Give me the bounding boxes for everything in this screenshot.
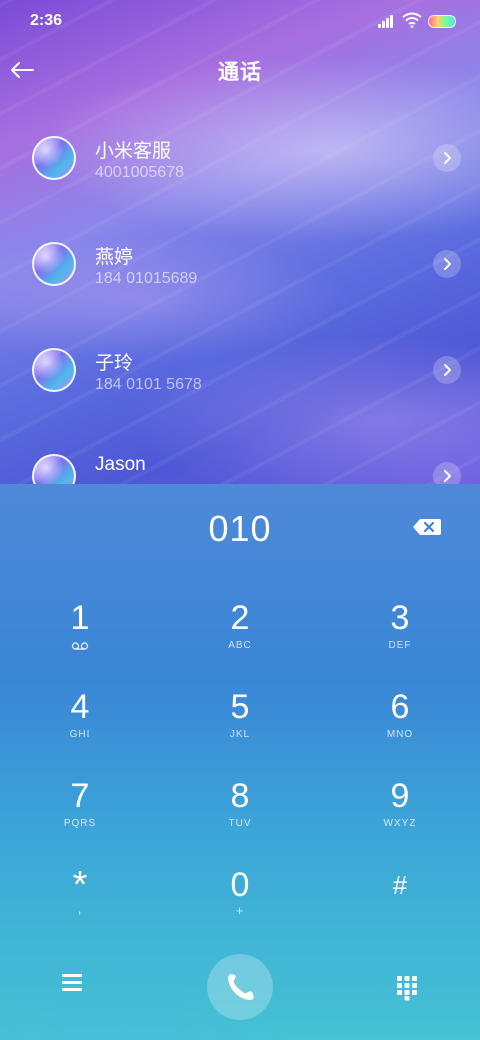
dial-key-letters: GHI (69, 729, 91, 740)
contact-number: 184 0101 5678 (95, 376, 202, 393)
contact-name: 燕婷 (95, 247, 134, 268)
dialed-number: 010 (208, 508, 272, 549)
contact-item[interactable]: 小米客服 4001005678 (0, 104, 480, 210)
status-bar: 2:36 (0, 0, 480, 40)
chevron-right-icon[interactable] (433, 144, 461, 172)
avatar (32, 242, 76, 286)
dial-key-letters: , (77, 901, 83, 916)
dial-key-letters: JKL (229, 729, 251, 740)
dial-key-digit: 5 (230, 688, 250, 726)
dial-key-6[interactable]: 6 MNO (340, 687, 460, 767)
dial-key-letters: + (235, 903, 245, 918)
contact-name: 子玲 (95, 353, 134, 374)
dial-key-4[interactable]: 4 GHI (20, 687, 140, 767)
contact-name: 小米客服 (95, 141, 172, 162)
chevron-right-icon[interactable] (433, 356, 461, 384)
dial-key-digit: 4 (70, 688, 90, 726)
dial-key-3[interactable]: 3 DEF (340, 598, 460, 678)
signal-icon (378, 14, 396, 28)
dial-key-digit: 8 (230, 777, 250, 815)
contact-item[interactable]: 燕婷 184 01015689 (0, 210, 480, 316)
contact-item[interactable]: Jason (0, 422, 480, 484)
dial-key-letters: DEF (388, 640, 412, 651)
chevron-right-icon[interactable] (433, 250, 461, 278)
dial-key-letters: TUV (228, 818, 252, 829)
dial-key-letters: MNO (386, 729, 414, 740)
menu-icon[interactable] (62, 974, 84, 994)
chevron-right-icon[interactable] (433, 462, 461, 484)
avatar (32, 454, 76, 484)
call-button[interactable] (207, 954, 273, 1020)
dial-key-8[interactable]: 8 TUV (180, 776, 300, 856)
status-time: 2:36 (30, 12, 63, 29)
dial-key-digit: 6 (390, 688, 410, 726)
dial-key-digit: 7 (70, 777, 90, 815)
dial-key-letters: ABC (228, 640, 252, 651)
dial-key-5[interactable]: 5 JKL (180, 687, 300, 767)
dial-key-2[interactable]: 2 ABC (180, 598, 300, 678)
contact-name: Jason (95, 454, 146, 475)
dial-key-7[interactable]: 7 PQRS (20, 776, 140, 856)
dial-key-letters: PQRS (63, 818, 97, 829)
dial-key-digit: 2 (230, 599, 250, 637)
contact-number: 4001005678 (95, 164, 184, 181)
dial-key-star[interactable]: * , (20, 865, 140, 945)
wifi-icon (402, 12, 422, 28)
contact-list[interactable]: 小米客服 4001005678 燕婷 184 01015689 子玲 184 0… (0, 104, 480, 484)
dial-key-9[interactable]: 9 WXYZ (340, 776, 460, 856)
dial-key-hash[interactable]: # (340, 865, 460, 945)
dial-key-digit: 3 (390, 599, 410, 637)
page-title: 通话 (218, 61, 262, 84)
battery-icon (428, 15, 456, 28)
dial-key-digit: 1 (70, 599, 90, 637)
backspace-icon[interactable] (412, 516, 442, 538)
contact-number: 184 01015689 (95, 270, 198, 287)
keypad-icon[interactable] (396, 975, 418, 1001)
dial-key-letters: WXYZ (383, 818, 417, 829)
avatar (32, 348, 76, 392)
dial-key-1[interactable]: 1 (20, 598, 140, 678)
dial-key-digit: 9 (390, 777, 410, 815)
voicemail-icon (71, 642, 89, 650)
dial-key-digit: # (392, 870, 408, 900)
phone-icon (228, 974, 254, 1000)
dial-key-digit: 0 (230, 866, 250, 904)
dial-key-0[interactable]: 0 + (180, 865, 300, 945)
avatar (32, 136, 76, 180)
contact-item[interactable]: 子玲 184 0101 5678 (0, 316, 480, 422)
dial-key-digit: * (72, 864, 88, 906)
